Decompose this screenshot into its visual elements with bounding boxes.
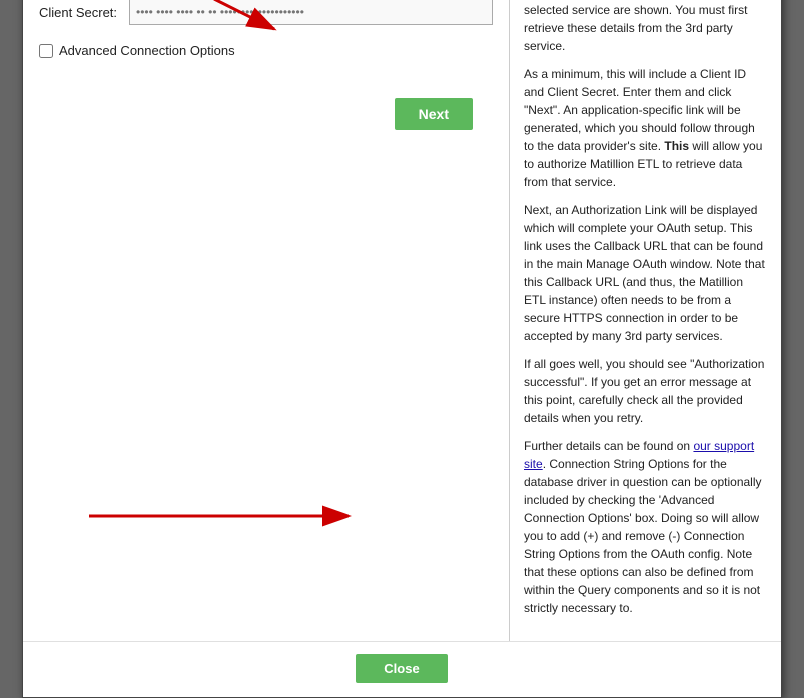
configure-oauth-dialog: Configure OAuth xyxy=(22,0,782,698)
advanced-options-label: Advanced Connection Options xyxy=(59,43,235,58)
help-para-5: Further details can be found on our supp… xyxy=(524,437,767,617)
next-button[interactable]: Next xyxy=(395,98,473,130)
client-secret-row: Client Secret: xyxy=(39,0,493,25)
advanced-options-checkbox[interactable] xyxy=(39,44,53,58)
next-button-area: Next xyxy=(39,58,493,130)
help-para-3: Next, an Authorization Link will be disp… xyxy=(524,201,767,345)
help-para-1: The minimum details necessary for the se… xyxy=(524,0,767,55)
client-secret-label: Client Secret: xyxy=(39,5,129,20)
next-arrow-graphic xyxy=(39,466,419,566)
help-para-4: If all goes well, you should see "Author… xyxy=(524,355,767,427)
close-button-row: Close xyxy=(23,641,781,697)
close-button[interactable]: Close xyxy=(356,654,447,683)
client-secret-input[interactable] xyxy=(129,0,493,25)
advanced-options-row: Advanced Connection Options xyxy=(39,43,493,58)
dialog-left-panel: Client ID: Client Secret: Advanced Conne… xyxy=(23,0,509,641)
dialog-body: Client ID: Client Secret: Advanced Conne… xyxy=(23,0,781,641)
help-this-highlight: This xyxy=(664,139,689,153)
help-para-2: As a minimum, this will include a Client… xyxy=(524,65,767,191)
help-panel: Configure OAuth The minimum details nece… xyxy=(509,0,781,641)
support-site-link[interactable]: our support site xyxy=(524,439,754,471)
